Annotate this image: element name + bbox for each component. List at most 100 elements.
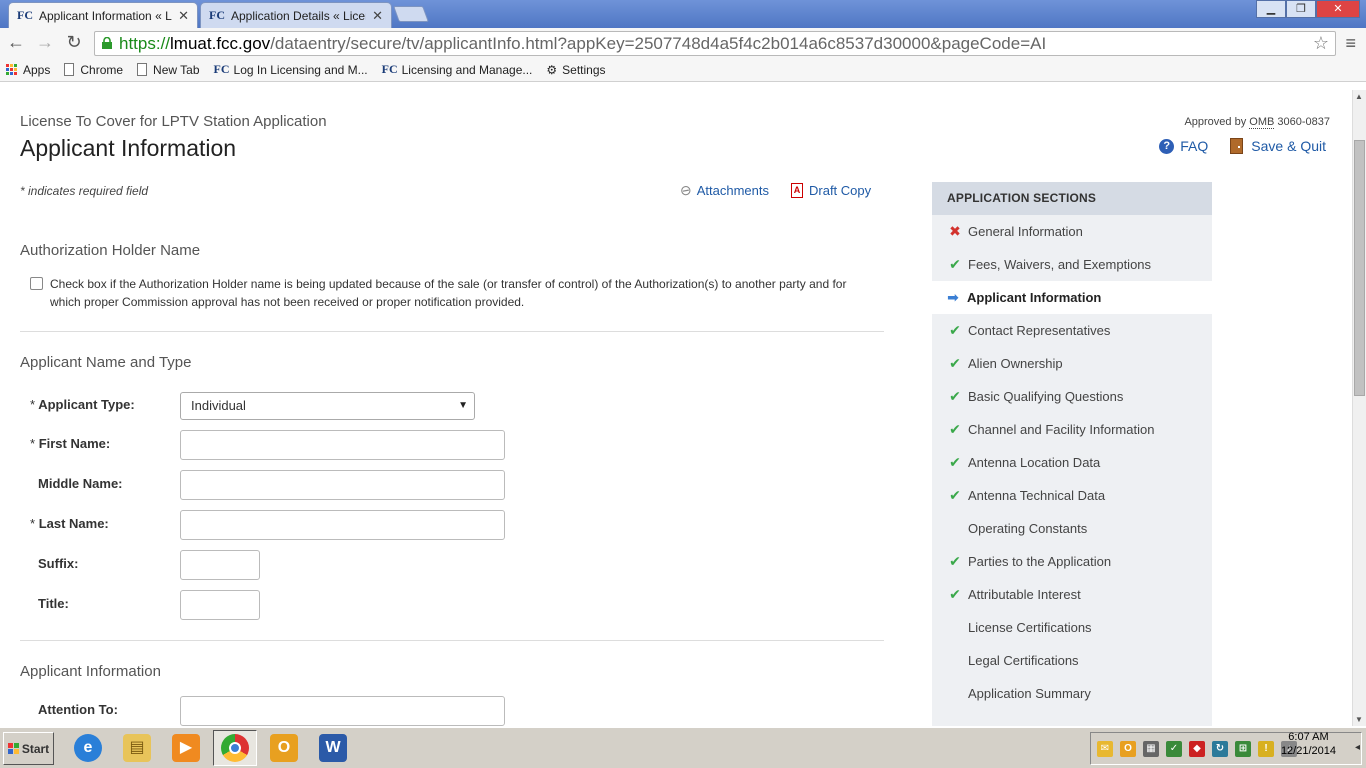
sidebar-item-fees-waivers-and-exemptions[interactable]: ✔ Fees, Waivers, and Exemptions <box>932 248 1212 281</box>
windows-taskbar: Start e ▤ ▶ O W ✉ O ▦ ✓ ◆ ↻ ⊞ ! ♪ 6:07 A… <box>0 726 1366 768</box>
close-tab-icon[interactable]: ✕ <box>178 8 189 24</box>
remote-icon[interactable]: ⊞ <box>1235 740 1251 757</box>
sidebar-item-legal-certifications[interactable]: Legal Certifications <box>932 644 1212 677</box>
network-icon[interactable]: ▦ <box>1143 740 1159 757</box>
bookmark-label: Log In Licensing and M... <box>233 62 368 77</box>
sidebar-item-application-summary[interactable]: Application Summary <box>932 677 1212 710</box>
scrollbar-thumb[interactable] <box>1354 140 1365 396</box>
tab-title: Applicant Information « Licer <box>39 8 172 23</box>
suffix-field[interactable] <box>180 550 260 580</box>
save-and-quit-link[interactable]: Save & Quit <box>1230 138 1326 154</box>
middle-name-field[interactable] <box>180 470 505 500</box>
last-name-label: * Last Name: <box>30 516 109 531</box>
bookmarks-bar: Apps Chrome New Tab FC Log In Licensing … <box>0 58 1366 82</box>
sidebar-item-antenna-technical-data[interactable]: ✔ Antenna Technical Data <box>932 479 1212 512</box>
sidebar-item-general-information[interactable]: ✖ General Information <box>932 215 1212 248</box>
checkmark-icon: ✔ <box>949 586 961 602</box>
sidebar-item-channel-and-facility-information[interactable]: ✔ Channel and Facility Information <box>932 413 1212 446</box>
pdf-icon: A <box>791 183 803 198</box>
checkmark-icon: ✔ <box>949 355 961 371</box>
checkmark-icon: ✔ <box>949 256 961 272</box>
show-hidden-icons-icon[interactable]: ◂ <box>1355 742 1360 753</box>
tab-application-details[interactable]: FC Application Details « Licensin ✕ <box>200 2 392 28</box>
chrome-icon[interactable] <box>213 730 257 766</box>
title-field[interactable] <box>180 590 260 620</box>
applicant-type-label: * Applicant Type: <box>30 397 135 412</box>
security-icon[interactable]: ✓ <box>1166 740 1182 757</box>
faq-link[interactable]: ? FAQ <box>1159 138 1208 154</box>
draft-copy-link[interactable]: A Draft Copy <box>791 182 871 199</box>
shield-icon[interactable]: ◆ <box>1189 740 1205 757</box>
tab-title: Application Details « Licensin <box>231 8 366 23</box>
last-name-field[interactable] <box>180 510 505 540</box>
alert-icon[interactable]: ! <box>1258 740 1274 757</box>
sidebar-item-applicant-information[interactable]: ➡ Applicant Information <box>932 281 1212 314</box>
sidebar-item-attributable-interest[interactable]: ✔ Attributable Interest <box>932 578 1212 611</box>
clock-date: 12/21/2014 <box>1280 745 1336 757</box>
sidebar-list: ✖ General Information ✔ Fees, Waivers, and … <box>932 215 1212 710</box>
section-divider <box>20 640 884 641</box>
faq-label: FAQ <box>1180 138 1209 154</box>
required-field-note: * indicates required field <box>20 184 149 198</box>
word-icon[interactable]: W <box>311 730 355 766</box>
mail-icon[interactable]: ✉ <box>1097 740 1113 757</box>
file-explorer-icon[interactable]: ▤ <box>115 730 159 766</box>
attention-to-field[interactable] <box>180 696 505 726</box>
bookmark-settings[interactable]: ⚙ Settings <box>546 63 605 77</box>
attachments-label: Attachments <box>696 183 769 198</box>
sidebar-item-operating-constants[interactable]: Operating Constants <box>932 512 1212 545</box>
media-player-icon[interactable]: ▶ <box>164 730 208 766</box>
bookmark-licensing-and-manage[interactable]: FC Licensing and Manage... <box>382 62 533 77</box>
sidebar-item-label: Alien Ownership <box>968 356 1063 371</box>
bookmark-star-icon[interactable]: ☆ <box>1313 32 1329 55</box>
taskbar-clock[interactable]: 6:07 AM 12/21/2014 <box>1281 730 1336 758</box>
sidebar-item-label: Fees, Waivers, and Exemptions <box>968 257 1152 272</box>
sidebar-item-antenna-location-data[interactable]: ✔ Antenna Location Data <box>932 446 1212 479</box>
minimize-icon[interactable]: ▁ <box>1256 0 1286 18</box>
tab-applicant-information[interactable]: FC Applicant Information « Licer ✕ <box>8 2 198 28</box>
sidebar-item-label: Legal Certifications <box>968 653 1079 668</box>
sidebar-item-contact-representatives[interactable]: ✔ Contact Representatives <box>932 314 1212 347</box>
forward-arrow-icon[interactable]: → <box>33 32 57 53</box>
outlook-icon[interactable]: O <box>262 730 306 766</box>
sidebar-item-basic-qualifying-questions[interactable]: ✔ Basic Qualifying Questions <box>932 380 1212 413</box>
application-type-title: License To Cover for LPTV Station Applic… <box>20 113 327 130</box>
scroll-up-arrow-icon[interactable]: ▲ <box>1355 92 1363 101</box>
restore-icon[interactable]: ❐ <box>1286 0 1316 18</box>
bookmark-label: Settings <box>562 62 606 77</box>
sync-icon[interactable]: ↻ <box>1212 740 1228 757</box>
start-button[interactable]: Start <box>3 732 54 765</box>
address-bar[interactable]: https://lmuat.fcc.gov/dataentry/secure/t… <box>94 31 1336 56</box>
reload-icon[interactable]: ↻ <box>62 32 86 53</box>
new-tab-button[interactable] <box>393 6 429 22</box>
page-icon <box>64 63 75 76</box>
back-arrow-icon[interactable]: ← <box>4 32 28 53</box>
sidebar-item-label: License Certifications <box>968 620 1092 635</box>
last-name-label-text: Last Name: <box>38 516 109 531</box>
windows-logo-icon <box>7 743 19 754</box>
internet-explorer-icon[interactable]: e <box>66 730 110 766</box>
sidebar-item-alien-ownership[interactable]: ✔ Alien Ownership <box>932 347 1212 380</box>
close-tab-icon[interactable]: ✕ <box>372 8 383 24</box>
omb-number: 3060-0837 <box>1277 116 1330 128</box>
sidebar-item-license-certifications[interactable]: License Certifications <box>932 611 1212 644</box>
close-window-icon[interactable]: ✕ <box>1316 0 1360 18</box>
bookmark-log-in-licensing[interactable]: FC Log In Licensing and M... <box>214 62 368 77</box>
bookmark-chrome[interactable]: Chrome <box>64 63 123 77</box>
document-links: ⊘ Attachments A Draft Copy <box>677 180 893 200</box>
sidebar-item-label: Operating Constants <box>968 521 1088 536</box>
sidebar-item-parties-to-the-application[interactable]: ✔ Parties to the Application <box>932 545 1212 578</box>
bookmark-apps[interactable]: Apps <box>6 63 50 77</box>
sidebar-item-label: Attributable Interest <box>968 587 1081 602</box>
scroll-down-arrow-icon[interactable]: ▼ <box>1355 715 1363 724</box>
fcc-icon: FC <box>213 62 230 76</box>
header-links: ? FAQ Save & Quit <box>1137 138 1326 154</box>
bookmark-new-tab[interactable]: New Tab <box>137 63 200 77</box>
authorization-holder-checkbox[interactable] <box>30 277 43 290</box>
browser-menu-icon[interactable]: ≡ <box>1345 33 1356 54</box>
outlook-tray-icon[interactable]: O <box>1120 740 1136 757</box>
page-scrollbar[interactable]: ▲ ▼ <box>1352 90 1366 726</box>
applicant-type-select[interactable]: Individual ▼ <box>180 392 475 420</box>
attachments-link[interactable]: ⊘ Attachments <box>677 180 769 200</box>
first-name-field[interactable] <box>180 430 505 460</box>
